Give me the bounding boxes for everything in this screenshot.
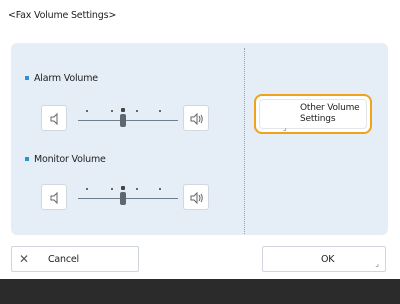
- close-icon: ✕: [19, 252, 30, 266]
- other-volume-settings-button[interactable]: Other Volume Settings ⌟: [254, 94, 372, 134]
- monitor-volume-up-button[interactable]: [183, 184, 209, 210]
- enter-corner-icon: ⌟: [375, 259, 379, 268]
- bullet-icon: [25, 75, 29, 80]
- monitor-volume-heading: Monitor Volume: [25, 154, 106, 165]
- footer-bar: [0, 279, 400, 304]
- ok-button[interactable]: OK ⌟: [262, 246, 386, 272]
- monitor-volume-slider[interactable]: [78, 182, 178, 208]
- alarm-volume-heading: Alarm Volume: [25, 73, 98, 84]
- speaker-quiet-icon: [50, 191, 58, 205]
- page-title: <Fax Volume Settings>: [8, 10, 117, 21]
- bullet-icon: [25, 156, 29, 161]
- alarm-volume-down-button[interactable]: [41, 105, 67, 131]
- cancel-label: Cancel: [48, 254, 79, 265]
- monitor-volume-label: Monitor Volume: [34, 154, 106, 165]
- speaker-quiet-icon: [50, 112, 58, 126]
- slider-track: [78, 120, 178, 121]
- other-volume-settings-label: Other Volume Settings: [300, 103, 360, 124]
- cancel-button[interactable]: ✕ Cancel: [11, 246, 139, 272]
- speaker-loud-icon: [190, 191, 203, 205]
- alarm-volume-up-button[interactable]: [183, 105, 209, 131]
- submenu-corner-icon: ⌟: [283, 123, 287, 132]
- panel-divider: [244, 48, 245, 234]
- alarm-volume-label: Alarm Volume: [34, 73, 98, 84]
- ok-label: OK: [321, 254, 335, 265]
- slider-thumb[interactable]: [119, 108, 126, 127]
- alarm-volume-slider[interactable]: [78, 104, 178, 130]
- monitor-volume-down-button[interactable]: [41, 184, 67, 210]
- slider-thumb[interactable]: [119, 186, 126, 205]
- slider-track: [78, 198, 178, 199]
- speaker-loud-icon: [190, 112, 203, 126]
